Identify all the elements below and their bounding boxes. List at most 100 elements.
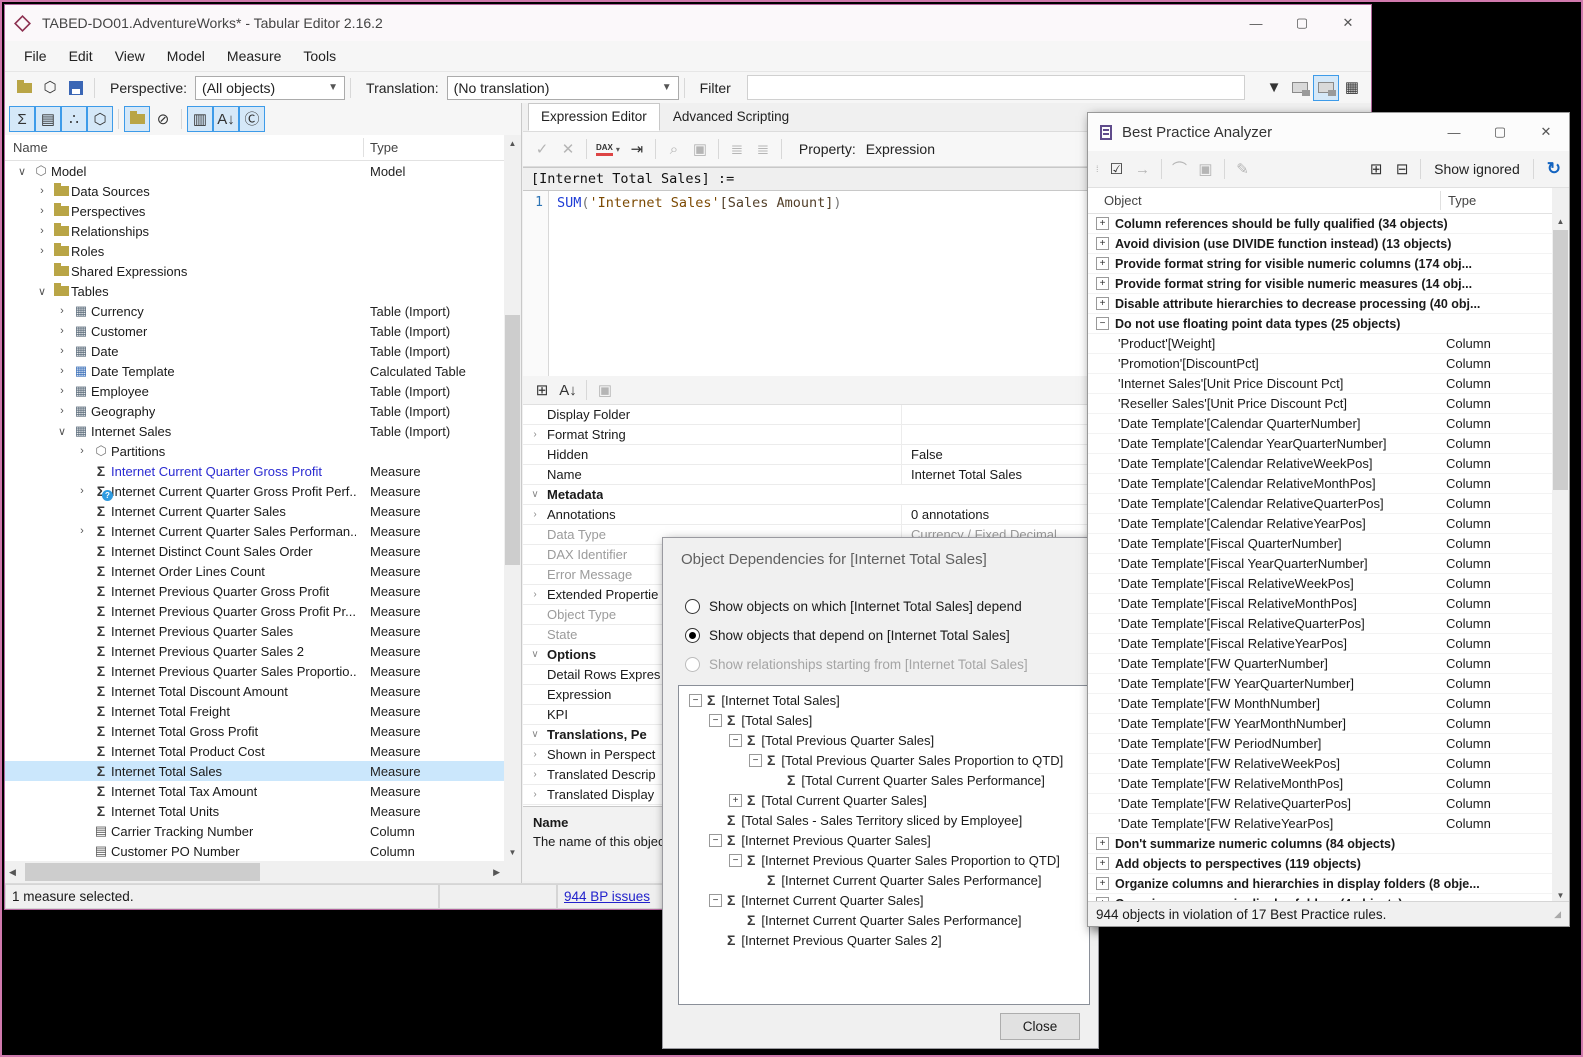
tree-row[interactable]: › Σ Internet Current Quarter Sales Perform… [5, 521, 504, 541]
collapse-box-icon[interactable]: − [749, 753, 762, 767]
tree-row[interactable]: Σ Internet Current Quarter Gross Profit Me… [5, 461, 504, 481]
dependency-node[interactable]: − Σ [Internet Current Quarter Sales] [679, 890, 1089, 910]
chevron-right-icon[interactable]: › [73, 445, 91, 457]
tree-row[interactable]: › ▦ Employee Table (Import) [5, 381, 504, 401]
dependency-node[interactable]: − Σ [Internet Total Sales] [679, 690, 1089, 710]
bpa-item-row[interactable]: 'Date Template'[FW RelativeWeekPos] Colum… [1088, 754, 1552, 774]
tree-row[interactable]: Σ Internet Previous Quarter Gross Profit M… [5, 581, 504, 601]
menu-measure[interactable]: Measure [216, 48, 292, 64]
chevron-right-icon[interactable]: › [523, 509, 547, 520]
chevron-right-icon[interactable]: › [53, 385, 71, 397]
chevron-right-icon[interactable]: › [33, 225, 51, 237]
bpa-rule-row[interactable]: + Don't summarize numeric columns (84 obj… [1088, 834, 1552, 854]
chevron-down-icon[interactable]: ∨ [523, 489, 547, 500]
dependency-node[interactable]: Σ [Internet Previous Quarter Sales 2] [679, 930, 1089, 950]
tree-column-type[interactable]: Type [370, 140, 398, 155]
property-value[interactable]: Internet Total Sales [901, 467, 1022, 482]
close-icon[interactable]: ✕ [1523, 113, 1569, 151]
dependency-node[interactable]: Σ [Internet Current Quarter Sales Perform… [679, 910, 1089, 930]
translation-select[interactable]: (No translation) ▼ [446, 75, 679, 100]
chevron-right-icon[interactable]: › [33, 245, 51, 257]
chevron-right-icon[interactable]: › [33, 185, 51, 197]
dax-formatter-button[interactable]: DAX ▾ [592, 136, 624, 162]
ignore-rule-button[interactable]: ⌒ [1167, 156, 1193, 182]
chevron-down-icon[interactable]: ∨ [523, 729, 547, 740]
tree-row[interactable]: › ▦ Date Table (Import) [5, 341, 504, 361]
expand-box-icon[interactable]: + [1096, 277, 1109, 290]
bp-issues-link[interactable]: 944 BP issues [564, 889, 650, 904]
bpa-rule-row[interactable]: + Provide format string for visible numer… [1088, 254, 1552, 274]
radio-icon[interactable] [685, 628, 700, 643]
tree-row[interactable]: › ⬡ Partitions [5, 441, 504, 461]
find-button[interactable]: ⌕ [661, 136, 687, 162]
chevron-right-icon[interactable]: › [53, 405, 71, 417]
tree-vertical-scrollbar[interactable]: ▲ ▼ [504, 135, 521, 861]
dependency-node[interactable]: Σ [Total Sales - Sales Territory sliced b… [679, 810, 1089, 830]
dependency-node[interactable]: − Σ [Total Previous Quarter Sales] [679, 730, 1089, 750]
collapse-box-icon[interactable]: − [689, 693, 702, 707]
bpa-item-row[interactable]: 'Date Template'[Fiscal RelativeWeekPos] C… [1088, 574, 1552, 594]
expand-box-icon[interactable]: + [729, 793, 742, 807]
categorized-button[interactable]: ⊞ [529, 377, 555, 403]
bpa-item-row[interactable]: 'Product'[Weight] Column [1088, 334, 1552, 354]
chevron-down-icon[interactable]: ∨ [53, 425, 71, 438]
bpa-item-row[interactable]: 'Date Template'[FW RelativeMonthPos] Colu… [1088, 774, 1552, 794]
tree-row[interactable]: ∨ ⬡ Model Model [5, 161, 504, 181]
collapse-box-icon[interactable]: − [709, 833, 722, 847]
dependency-node[interactable]: − Σ [Internet Previous Quarter Sales] [679, 830, 1089, 850]
chevron-right-icon[interactable]: › [53, 345, 71, 357]
property-pages-button[interactable]: ▣ [592, 377, 618, 403]
bpa-column-type[interactable]: Type [1448, 193, 1476, 208]
chevron-down-icon[interactable]: ∨ [13, 165, 31, 178]
bpa-item-row[interactable]: 'Date Template'[FW QuarterNumber] Column [1088, 654, 1552, 674]
toggle-hidden-objects[interactable]: ⊘ [150, 106, 176, 132]
cancel-edit-button[interactable]: ✕ [555, 136, 581, 162]
alphabetical-button[interactable]: A↓ [555, 377, 581, 403]
toggle-partitions[interactable]: ⬡ [87, 106, 113, 132]
tree-column-name[interactable]: Name [13, 140, 48, 155]
save-button[interactable] [63, 75, 89, 101]
bpa-item-row[interactable]: 'Date Template'[FW YearQuarterNumber] Col… [1088, 674, 1552, 694]
scroll-down-icon[interactable]: ▼ [1552, 891, 1569, 900]
goto-definition-button[interactable]: ▣ [687, 136, 713, 162]
radio-icon[interactable] [685, 599, 700, 614]
chevron-down-icon[interactable]: ∨ [33, 285, 51, 298]
dependency-node[interactable]: − Σ [Total Sales] [679, 710, 1089, 730]
dependency-node[interactable]: Σ [Total Current Quarter Sales Performanc… [679, 770, 1089, 790]
manage-rules-button[interactable]: ☑ [1104, 156, 1130, 182]
dependency-node[interactable]: Σ [Internet Current Quarter Sales Perform… [679, 870, 1089, 890]
bpa-item-row[interactable]: 'Date Template'[FW RelativeYearPos] Colum… [1088, 814, 1552, 834]
toggle-hierarchies[interactable]: ∴ [61, 106, 87, 132]
menu-edit[interactable]: Edit [58, 48, 104, 64]
bpa-rule-row[interactable]: − Do not use floating point data types (2… [1088, 314, 1552, 334]
goto-object-button[interactable]: → [1130, 156, 1156, 182]
tab-advanced-scripting[interactable]: Advanced Scripting [660, 103, 802, 131]
view-screens-button[interactable] [1287, 75, 1313, 101]
tree-row[interactable]: Σ Internet Total Tax Amount Measure [5, 781, 504, 801]
collapse-box-icon[interactable]: − [729, 853, 742, 867]
radio-option[interactable]: Show objects that depend on [Internet To… [685, 621, 1028, 650]
tree-row[interactable]: Σ Internet Order Lines Count Measure [5, 561, 504, 581]
chevron-right-icon[interactable]: › [523, 589, 547, 600]
uncomment-button[interactable]: ≣ [750, 136, 776, 162]
chevron-right-icon[interactable]: › [523, 789, 547, 800]
expand-all-button[interactable]: ⊞ [1363, 156, 1389, 182]
menu-model[interactable]: Model [156, 48, 216, 64]
tree-row[interactable]: Σ Internet Previous Quarter Sales Measure [5, 621, 504, 641]
chevron-right-icon[interactable]: › [73, 525, 91, 537]
scroll-down-icon[interactable]: ▼ [504, 848, 521, 857]
tree-row[interactable]: › ▦ Geography Table (Import) [5, 401, 504, 421]
dax-expression[interactable]: SUM('Internet Sales'[Sales Amount]) [549, 191, 842, 376]
bpa-item-row[interactable]: 'Date Template'[Calendar RelativeWeekPos… [1088, 454, 1552, 474]
expand-box-icon[interactable]: + [1096, 297, 1109, 310]
bpa-item-row[interactable]: 'Date Template'[Calendar YearQuarterNumb… [1088, 434, 1552, 454]
bpa-item-row[interactable]: 'Promotion'[DiscountPct] Column [1088, 354, 1552, 374]
refresh-icon[interactable]: ↻ [1539, 159, 1569, 179]
collapse-box-icon[interactable]: − [709, 713, 722, 727]
tree-row[interactable]: › Σ? Internet Current Quarter Gross Profit… [5, 481, 504, 501]
maximize-icon[interactable]: ▢ [1279, 5, 1325, 41]
apply-fix-button[interactable]: ✎ [1230, 156, 1256, 182]
view-grid-button[interactable]: ▦ [1339, 75, 1365, 101]
scroll-thumb[interactable] [505, 315, 520, 565]
tree-row[interactable]: Σ Internet Total Gross Profit Measure [5, 721, 504, 741]
